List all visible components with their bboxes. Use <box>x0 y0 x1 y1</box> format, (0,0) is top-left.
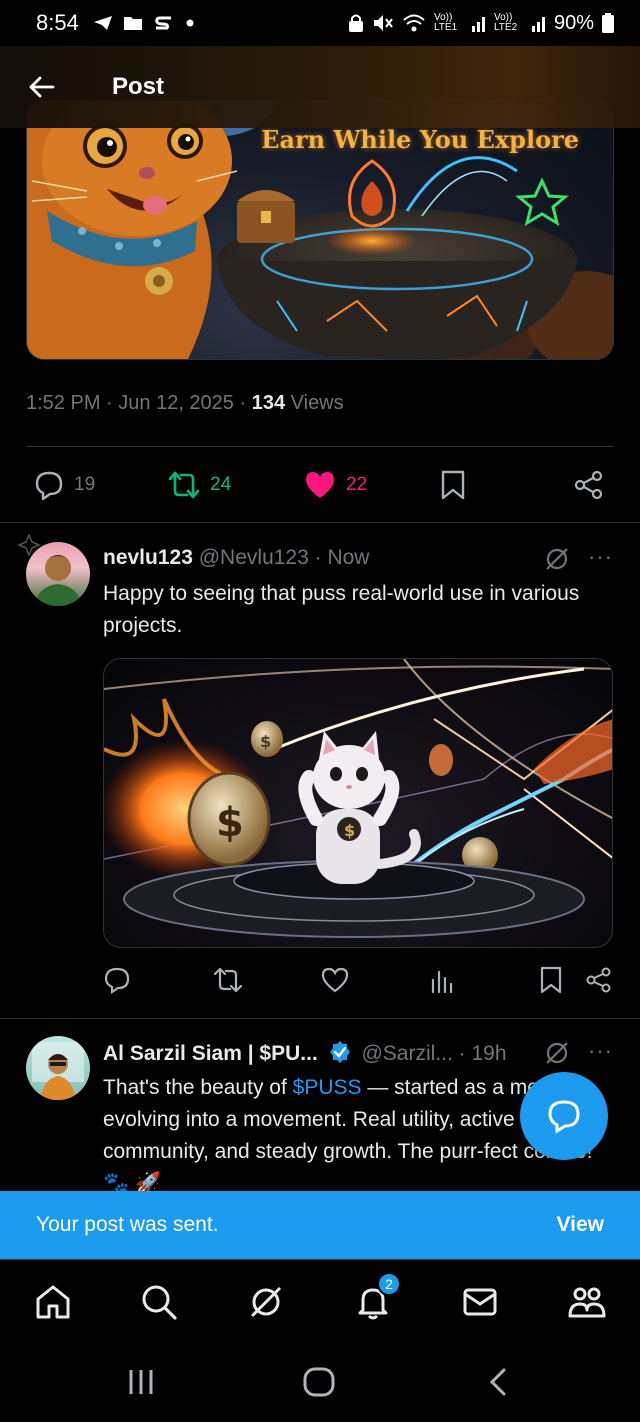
reply-icon <box>35 471 63 500</box>
divider <box>0 522 640 523</box>
nav-communities[interactable] <box>565 1280 609 1324</box>
back-chevron-icon[interactable] <box>486 1367 512 1397</box>
avatar[interactable] <box>26 542 90 606</box>
heart-filled-icon <box>306 472 334 498</box>
post-date: Jun 12, 2025 <box>118 392 234 414</box>
like-button[interactable]: 22 <box>304 470 367 500</box>
reply-time: 19h <box>471 1042 507 1065</box>
post-time: 1:52 PM <box>26 392 101 414</box>
network1-label: Vo)) LTE1 <box>433 12 458 33</box>
page-title: Post <box>112 73 165 100</box>
divider <box>0 1018 640 1019</box>
back-button[interactable] <box>22 67 62 107</box>
avatar-photo <box>34 555 82 606</box>
more-options-icon[interactable]: ··· <box>588 1038 613 1064</box>
arrow-left-icon <box>29 76 55 98</box>
nav-home[interactable] <box>31 1280 75 1324</box>
svg-text:$: $ <box>216 800 244 846</box>
reply-actions <box>103 966 613 1002</box>
battery-percent: 90% <box>553 11 594 34</box>
nav-notifications[interactable]: 2 <box>351 1272 401 1324</box>
more-options-icon[interactable]: ··· <box>588 544 613 570</box>
nav-messages[interactable] <box>458 1280 502 1324</box>
home-icon <box>36 1285 70 1319</box>
compose-reply-button[interactable] <box>520 1072 608 1160</box>
avatar[interactable] <box>26 1036 90 1100</box>
post-actions: 19 24 22 <box>26 466 614 506</box>
top-header: Post <box>0 46 640 128</box>
reply-button[interactable]: 19 <box>34 470 95 500</box>
views-count: 134 <box>251 392 286 414</box>
lock-icon <box>348 14 363 32</box>
mute-icon <box>373 15 393 31</box>
recent-apps-icon[interactable] <box>126 1367 156 1397</box>
grok-icon[interactable] <box>544 1040 570 1066</box>
like-count: 22 <box>346 474 368 495</box>
share-icon[interactable] <box>585 966 613 994</box>
analytics-icon[interactable] <box>429 966 455 994</box>
avatar-photo <box>32 1042 84 1100</box>
views-label: Views <box>290 392 344 414</box>
reply-image-illustration: $ $ $ <box>104 659 612 938</box>
svg-text:$: $ <box>260 732 271 751</box>
nav-grok[interactable] <box>244 1280 288 1324</box>
verified-badge-icon <box>329 1041 350 1063</box>
communities-icon <box>568 1287 606 1318</box>
bottom-navigation: 2 <box>0 1259 640 1343</box>
reply-time: Now <box>327 546 370 569</box>
nav-search[interactable] <box>137 1280 181 1324</box>
repost-count: 24 <box>210 474 232 495</box>
bookmark-button[interactable] <box>440 470 466 500</box>
app-s-icon <box>155 16 171 30</box>
telegram-icon <box>93 16 112 30</box>
network2-label: Vo)) LTE2 <box>493 12 518 33</box>
folder-icon <box>123 17 142 30</box>
signal2-icon <box>531 17 545 32</box>
repost-icon[interactable] <box>213 966 243 994</box>
share-icon <box>574 470 603 500</box>
system-navigation <box>0 1343 640 1422</box>
reply-text: Happy to seeing that puss real-world use… <box>103 582 580 637</box>
banner-caption: Earn While You Explore <box>261 125 579 154</box>
wifi-icon <box>403 14 425 32</box>
search-icon <box>142 1285 177 1320</box>
grok-icon <box>250 1286 282 1318</box>
reply-icon[interactable] <box>103 966 131 994</box>
share-button[interactable] <box>574 470 604 500</box>
toast-notification: Your post was sent. View <box>0 1191 640 1259</box>
reply-author-name[interactable]: nevlu123 <box>103 546 193 569</box>
reply-image[interactable]: $ $ $ <box>103 658 613 948</box>
repost-button[interactable]: 24 <box>168 470 231 500</box>
notification-badge: 2 <box>377 1272 401 1296</box>
svg-text:$: $ <box>344 821 355 840</box>
reply-author-name[interactable]: Al Sarzil Siam | $PU... <box>103 1042 318 1065</box>
reply-author-handle: @Nevlu123 <box>198 546 309 569</box>
signal1-icon <box>471 17 485 32</box>
post-banner-image[interactable]: Earn While You Explore <box>26 100 614 360</box>
heart-icon[interactable] <box>321 966 349 994</box>
divider <box>26 446 614 447</box>
dot-icon <box>186 19 194 27</box>
bookmark-icon[interactable] <box>539 966 563 994</box>
grok-icon[interactable] <box>544 546 570 572</box>
toast-view-button[interactable]: View <box>557 1213 604 1237</box>
reply-count: 19 <box>74 474 96 495</box>
cashtag-link[interactable]: $PUSS <box>293 1076 362 1099</box>
repost-icon <box>168 471 200 499</box>
status-bar: 8:54 Vo)) LTE1 Vo)) LTE2 90% <box>0 0 640 46</box>
status-time: 8:54 <box>36 10 79 35</box>
battery-icon <box>602 13 614 33</box>
reply-bubble-icon <box>548 1100 580 1134</box>
bookmark-icon <box>441 470 465 500</box>
reply-author-handle: @Sarzil... <box>361 1042 453 1065</box>
mail-icon <box>463 1288 497 1316</box>
toast-message: Your post was sent. <box>36 1213 219 1236</box>
post-meta: 1:52 PM · Jun 12, 2025 · 134 Views <box>26 392 344 414</box>
home-circle-icon[interactable] <box>302 1367 336 1397</box>
